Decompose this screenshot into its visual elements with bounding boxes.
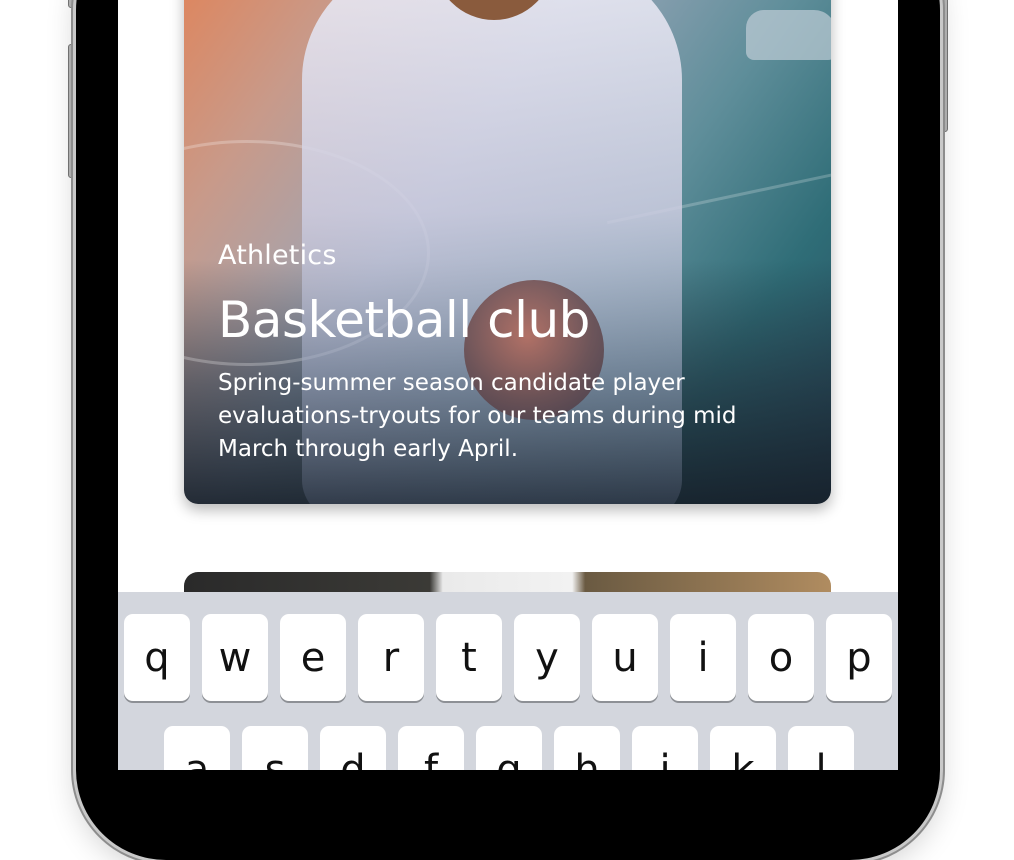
power-button [939, 0, 948, 132]
club-card-basketball[interactable]: Athletics Basketball club Spring-summer … [184, 0, 831, 504]
key-a[interactable]: a [164, 726, 230, 770]
card-description: Spring-summer season candidate player ev… [218, 370, 737, 462]
key-k[interactable]: k [710, 726, 776, 770]
key-p[interactable]: p [826, 614, 892, 701]
key-o[interactable]: o [748, 614, 814, 701]
key-s[interactable]: s [242, 726, 308, 770]
key-l[interactable]: l [788, 726, 854, 770]
phone-screen: Athletics Basketball club Spring-summer … [118, 0, 898, 770]
key-g[interactable]: g [476, 726, 542, 770]
key-f[interactable]: f [398, 726, 464, 770]
key-t[interactable]: t [436, 614, 502, 701]
key-r[interactable]: r [358, 614, 424, 701]
card-title: Basketball club [218, 291, 590, 349]
key-j[interactable]: j [632, 726, 698, 770]
key-y[interactable]: y [514, 614, 580, 701]
key-w[interactable]: w [202, 614, 268, 701]
on-screen-keyboard: q w e r t y u i o p a s d f g h j k l [118, 592, 898, 770]
background-car [746, 10, 831, 60]
card-text: Athletics Basketball club Spring-summer … [218, 240, 771, 466]
key-d[interactable]: d [320, 726, 386, 770]
card-category: Athletics [218, 240, 337, 271]
key-e[interactable]: e [280, 614, 346, 701]
key-u[interactable]: u [592, 614, 658, 701]
key-i[interactable]: i [670, 614, 736, 701]
key-h[interactable]: h [554, 726, 620, 770]
key-q[interactable]: q [124, 614, 190, 701]
